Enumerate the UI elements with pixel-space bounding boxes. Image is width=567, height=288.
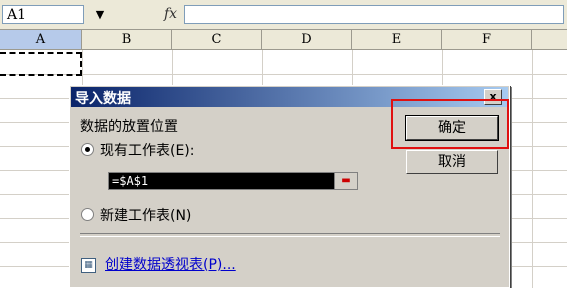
divider bbox=[80, 233, 500, 237]
pivot-table-icon: ▦ bbox=[81, 258, 96, 273]
create-pivot-table-link[interactable]: 创建数据透视表(P)... bbox=[105, 254, 236, 274]
column-header-b[interactable]: B bbox=[82, 30, 172, 49]
column-header-d[interactable]: D bbox=[262, 30, 352, 49]
column-header-g[interactable] bbox=[532, 30, 567, 49]
new-sheet-label[interactable]: 新建工作表(N) bbox=[100, 205, 191, 225]
existing-sheet-label[interactable]: 现有工作表(E): bbox=[100, 140, 195, 160]
column-header-c[interactable]: C bbox=[172, 30, 262, 49]
ok-button-highlight-box bbox=[391, 99, 509, 149]
existing-sheet-radio[interactable] bbox=[81, 143, 94, 156]
formula-bar: A1 ▼ fx bbox=[0, 0, 567, 30]
range-select-icon[interactable]: ▬ bbox=[334, 173, 357, 189]
column-header-a[interactable]: A bbox=[0, 30, 82, 49]
reference-value: =$A$1 bbox=[112, 174, 149, 188]
placement-section-label: 数据的放置位置 bbox=[80, 119, 178, 135]
fx-icon[interactable]: fx bbox=[164, 6, 177, 22]
reference-input[interactable]: =$A$1 ▬ bbox=[108, 172, 358, 190]
name-box[interactable]: A1 bbox=[2, 5, 84, 24]
dialog-title: 导入数据 bbox=[75, 91, 131, 107]
column-headers: A B C D E F bbox=[0, 30, 567, 50]
name-box-value: A1 bbox=[7, 7, 27, 23]
column-header-f[interactable]: F bbox=[442, 30, 532, 49]
cancel-button[interactable]: 取消 bbox=[406, 150, 498, 174]
formula-input[interactable] bbox=[184, 5, 564, 24]
new-sheet-radio[interactable] bbox=[81, 208, 94, 221]
chevron-down-icon[interactable]: ▼ bbox=[86, 5, 114, 24]
selection-marquee-a1 bbox=[0, 52, 82, 76]
column-header-e[interactable]: E bbox=[352, 30, 442, 49]
